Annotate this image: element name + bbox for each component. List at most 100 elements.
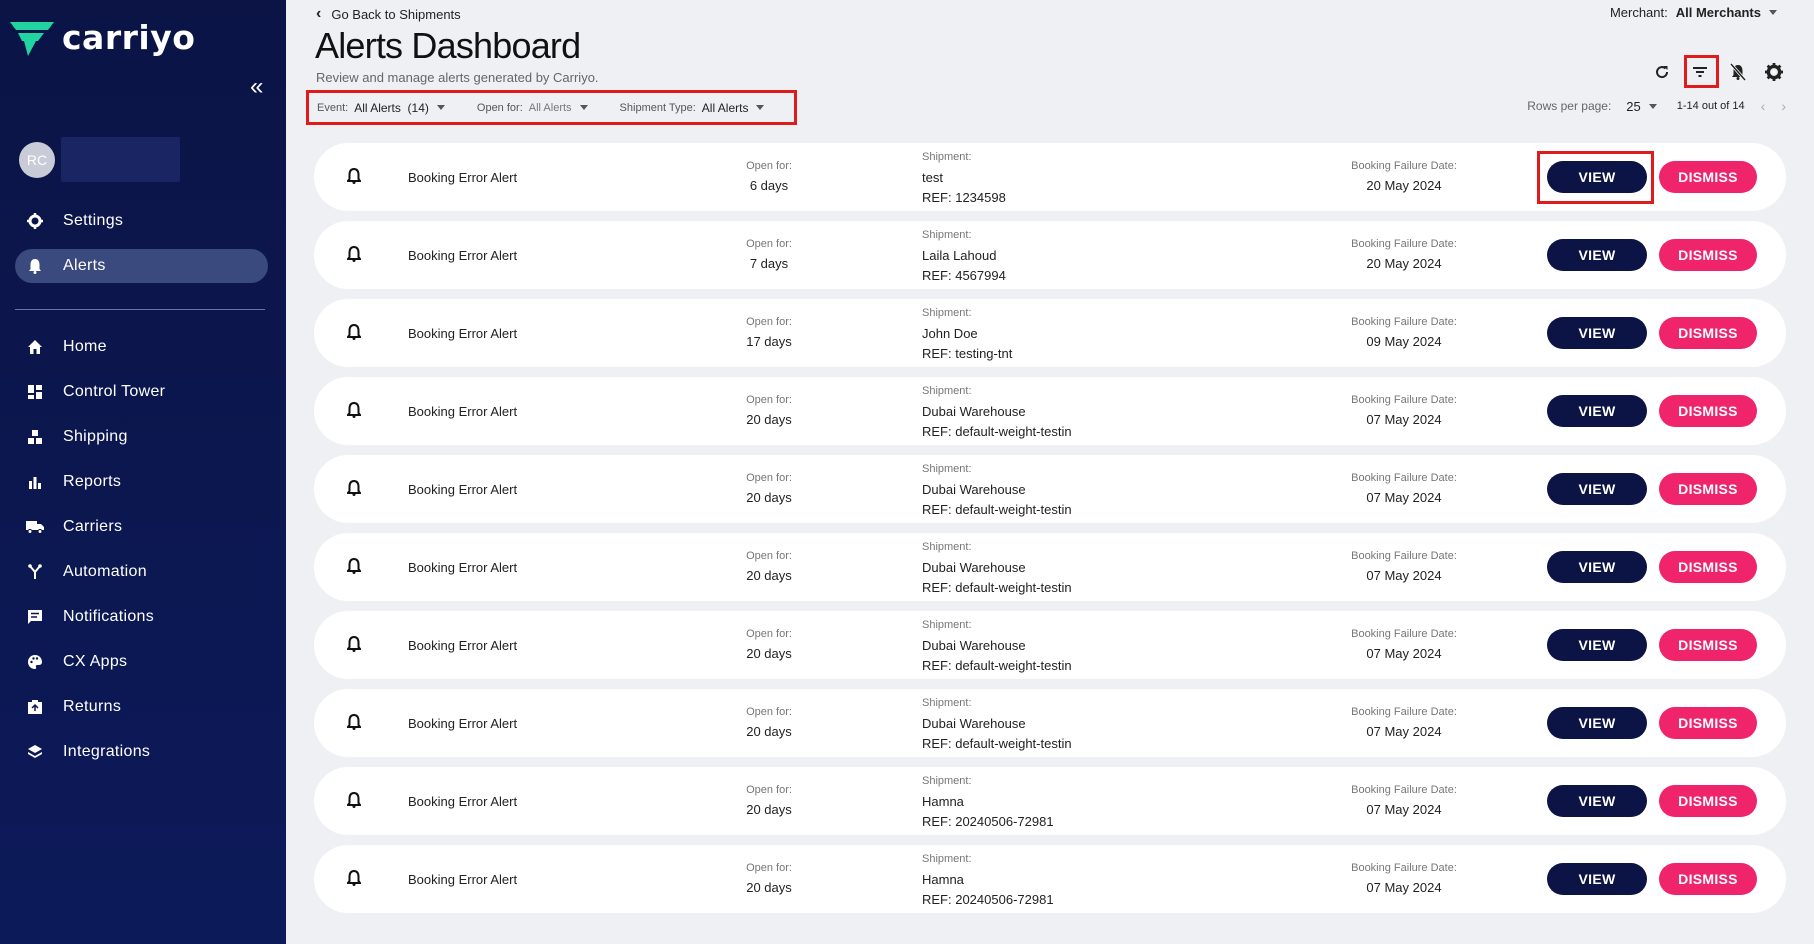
sidebar-item-label: Returns: [63, 698, 122, 715]
event-filter-label: Event:: [317, 101, 349, 114]
logo-text: carriyo: [62, 18, 196, 57]
logo[interactable]: carriyo: [10, 18, 195, 57]
refresh-icon[interactable]: [1648, 58, 1676, 86]
sidebar-item-shipping[interactable]: Shipping: [15, 420, 268, 454]
shipment-name: Dubai Warehouse: [922, 482, 1026, 497]
dismiss-button[interactable]: DISMISS: [1659, 161, 1757, 193]
sidebar-item-cx-apps[interactable]: CX Apps: [15, 645, 268, 679]
sidebar-item-reports[interactable]: Reports: [15, 465, 268, 499]
sidebar-main-nav: Home Control Tower Shipping Reports Carr…: [15, 330, 268, 780]
sidebar-item-automation[interactable]: Automation: [15, 555, 268, 589]
dismiss-button[interactable]: DISMISS: [1659, 551, 1757, 583]
avatar: RC: [19, 141, 55, 178]
shipment-type-filter-value: All Alerts: [701, 100, 749, 115]
sidebar-top-nav: Settings Alerts: [15, 204, 268, 294]
open-for-value: 20 days: [746, 802, 792, 817]
sidebar-item-home[interactable]: Home: [15, 330, 268, 364]
alert-name: Booking Error Alert: [408, 560, 518, 575]
user-profile[interactable]: RC: [19, 137, 180, 182]
alert-row: Booking Error Alert Open for: 20 days Sh…: [314, 377, 1786, 445]
dashboard-icon: [25, 382, 45, 402]
failure-date-cell: Booking Failure Date: 07 May 2024: [1334, 706, 1474, 739]
shipment-type-filter[interactable]: Shipment Type: All Alerts: [620, 101, 765, 115]
failure-date-value: 07 May 2024: [1366, 646, 1442, 661]
bell-icon: [346, 167, 362, 189]
sidebar-item-carriers[interactable]: Carriers: [15, 510, 268, 544]
bell-off-icon[interactable]: [1724, 58, 1752, 86]
view-button[interactable]: VIEW: [1547, 395, 1647, 427]
bell-icon: [25, 256, 45, 276]
sidebar-item-label: Integrations: [63, 743, 151, 760]
alert-name: Booking Error Alert: [408, 170, 518, 185]
chevron-right-icon[interactable]: ›: [1781, 98, 1786, 114]
failure-date-label: Booking Failure Date:: [1351, 628, 1457, 640]
failure-date-cell: Booking Failure Date: 20 May 2024: [1334, 238, 1474, 271]
sidebar-item-notifications[interactable]: Notifications: [15, 600, 268, 634]
open-for-label: Open for:: [746, 472, 792, 484]
truck-icon: [25, 517, 45, 537]
sidebar-item-control-tower[interactable]: Control Tower: [15, 375, 268, 409]
automation-icon: [25, 562, 45, 582]
sidebar-item-label: Carriers: [63, 518, 123, 535]
double-chevron-left-icon[interactable]: «: [250, 75, 263, 99]
dismiss-button[interactable]: DISMISS: [1659, 395, 1757, 427]
alert-name: Booking Error Alert: [408, 404, 518, 419]
open-for-cell: Open for: 20 days: [714, 862, 824, 895]
chevron-left-icon: ‹: [316, 5, 322, 22]
failure-date-value: 07 May 2024: [1366, 412, 1442, 427]
dismiss-button[interactable]: DISMISS: [1659, 629, 1757, 661]
sidebar-item-alerts[interactable]: Alerts: [15, 249, 268, 283]
alert-name: Booking Error Alert: [408, 872, 518, 887]
chevron-left-icon[interactable]: ‹: [1761, 98, 1766, 114]
shipment-cell: Shipment: Dubai Warehouse REF: default-w…: [922, 541, 1072, 595]
shipment-ref: REF: default-weight-testin: [922, 502, 1072, 517]
sidebar-item-integrations[interactable]: Integrations: [15, 735, 268, 769]
open-for-label: Open for:: [746, 394, 792, 406]
rows-per-page-select[interactable]: 25: [1626, 99, 1640, 114]
shipment-name: Dubai Warehouse: [922, 560, 1026, 575]
dismiss-button[interactable]: DISMISS: [1659, 239, 1757, 271]
bell-icon: [346, 869, 362, 891]
failure-date-cell: Booking Failure Date: 20 May 2024: [1334, 160, 1474, 193]
view-button[interactable]: VIEW: [1547, 239, 1647, 271]
sidebar-item-settings[interactable]: Settings: [15, 204, 268, 238]
view-button[interactable]: VIEW: [1547, 863, 1647, 895]
shipment-ref: REF: testing-tnt: [922, 346, 1013, 361]
shipment-label: Shipment:: [922, 229, 972, 241]
open-for-value: 20 days: [746, 646, 792, 661]
boxes-icon: [25, 427, 45, 447]
dismiss-button[interactable]: DISMISS: [1659, 707, 1757, 739]
sidebar-item-returns[interactable]: Returns: [15, 690, 268, 724]
event-filter[interactable]: Event: All Alerts (14): [317, 101, 445, 115]
open-for-value: 20 days: [746, 880, 792, 895]
open-for-filter[interactable]: Open for: All Alerts: [477, 102, 588, 114]
shipment-ref: REF: 1234598: [922, 190, 1006, 205]
merchant-selector[interactable]: Merchant: All Merchants: [1610, 5, 1777, 20]
view-button-highlight: [1537, 151, 1654, 204]
back-link[interactable]: ‹ Go Back to Shipments: [316, 5, 461, 23]
alert-name: Booking Error Alert: [408, 716, 518, 731]
chevron-down-icon[interactable]: [1648, 103, 1657, 109]
open-for-label: Open for:: [746, 862, 792, 874]
open-for-label: Open for:: [746, 550, 792, 562]
dismiss-button[interactable]: DISMISS: [1659, 785, 1757, 817]
open-for-filter-value: All Alerts: [528, 101, 572, 114]
dismiss-button[interactable]: DISMISS: [1659, 473, 1757, 505]
view-button[interactable]: VIEW: [1547, 317, 1647, 349]
failure-date-value: 20 May 2024: [1366, 256, 1442, 271]
chevron-down-icon: [436, 105, 445, 110]
view-button[interactable]: VIEW: [1547, 707, 1647, 739]
message-icon: [25, 607, 45, 627]
failure-date-cell: Booking Failure Date: 09 May 2024: [1334, 316, 1474, 349]
shipment-cell: Shipment: Dubai Warehouse REF: default-w…: [922, 385, 1072, 439]
shipment-name: Hamna: [922, 872, 964, 887]
view-button[interactable]: VIEW: [1547, 785, 1647, 817]
gear-icon[interactable]: [1760, 58, 1788, 86]
bell-icon: [346, 713, 362, 735]
view-button[interactable]: VIEW: [1547, 629, 1647, 661]
dismiss-button[interactable]: DISMISS: [1659, 317, 1757, 349]
dismiss-button[interactable]: DISMISS: [1659, 863, 1757, 895]
view-button[interactable]: VIEW: [1547, 551, 1647, 583]
alert-name: Booking Error Alert: [408, 482, 518, 497]
view-button[interactable]: VIEW: [1547, 473, 1647, 505]
